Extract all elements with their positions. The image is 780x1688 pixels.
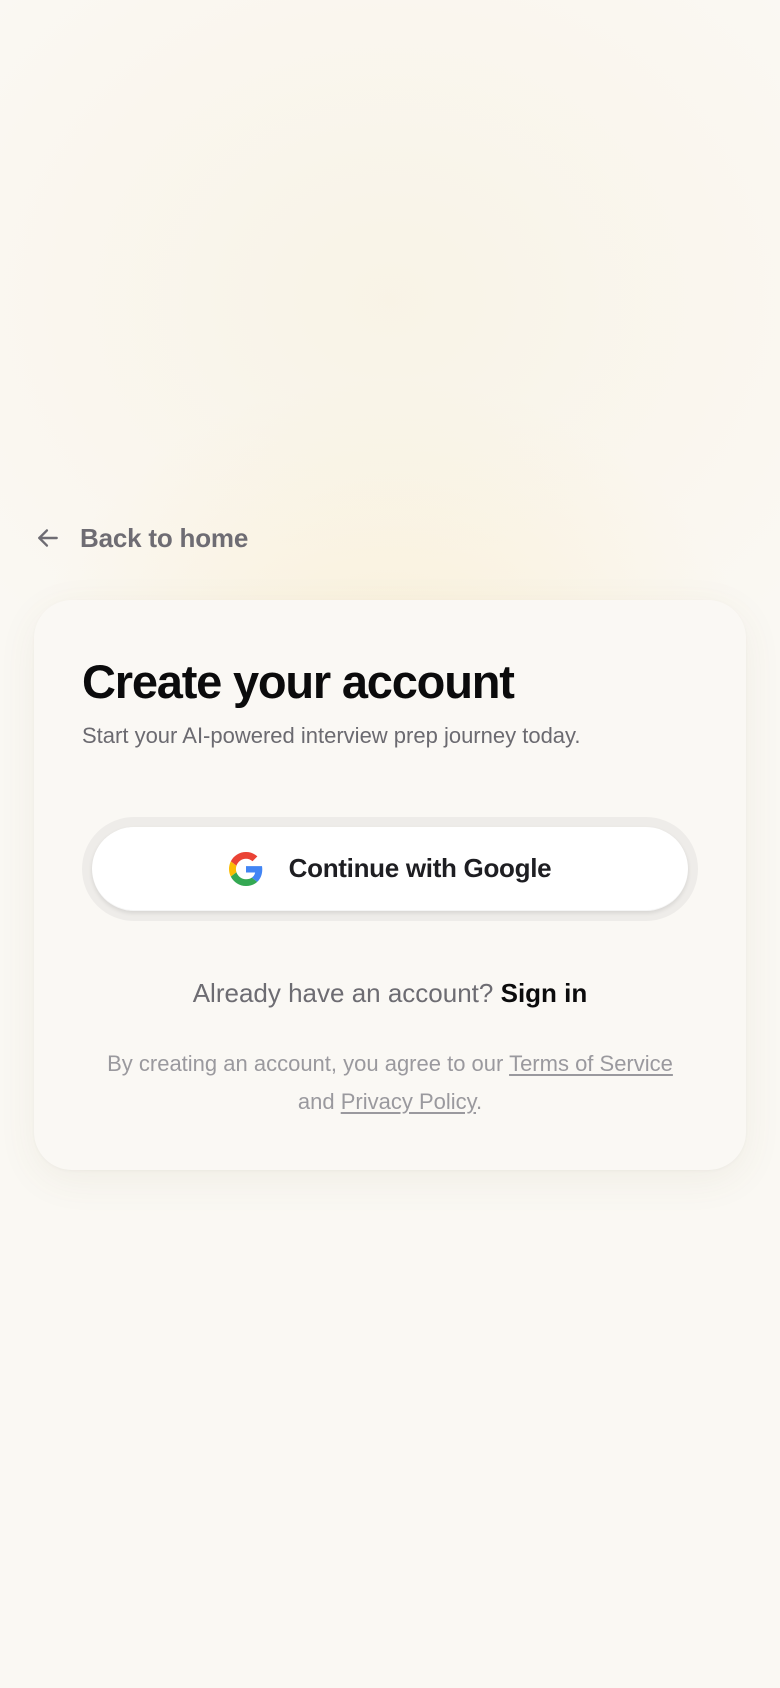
- back-to-home-link[interactable]: Back to home: [34, 518, 248, 558]
- google-button-frame: Continue with Google: [82, 816, 698, 921]
- privacy-policy-link[interactable]: Privacy Policy: [341, 1089, 476, 1114]
- legal-suffix-text: .: [476, 1088, 483, 1114]
- continue-with-google-button[interactable]: Continue with Google: [92, 826, 688, 911]
- signup-card: Create your account Start your AI-powere…: [34, 600, 746, 1170]
- page-title: Create your account: [82, 655, 515, 708]
- legal-conjunction-text: and: [297, 1088, 335, 1114]
- sign-in-link[interactable]: Sign in: [501, 978, 588, 1008]
- page-subtitle: Start your AI-powered interview prep jou…: [82, 723, 581, 749]
- terms-of-service-link[interactable]: Terms of Service: [509, 1051, 673, 1076]
- google-logo-icon: [228, 851, 263, 886]
- legal-prefix-text: By creating an account, you agree to our: [107, 1050, 504, 1076]
- continue-with-google-label: Continue with Google: [288, 853, 552, 884]
- legal-notice: By creating an account, you agree to our…: [90, 1045, 690, 1121]
- signin-prompt-text: Already have an account?: [192, 977, 494, 1008]
- arrow-left-icon: [34, 524, 62, 552]
- back-to-home-label: Back to home: [80, 522, 249, 553]
- signin-prompt-row: Already have an account? Sign in: [82, 977, 698, 1011]
